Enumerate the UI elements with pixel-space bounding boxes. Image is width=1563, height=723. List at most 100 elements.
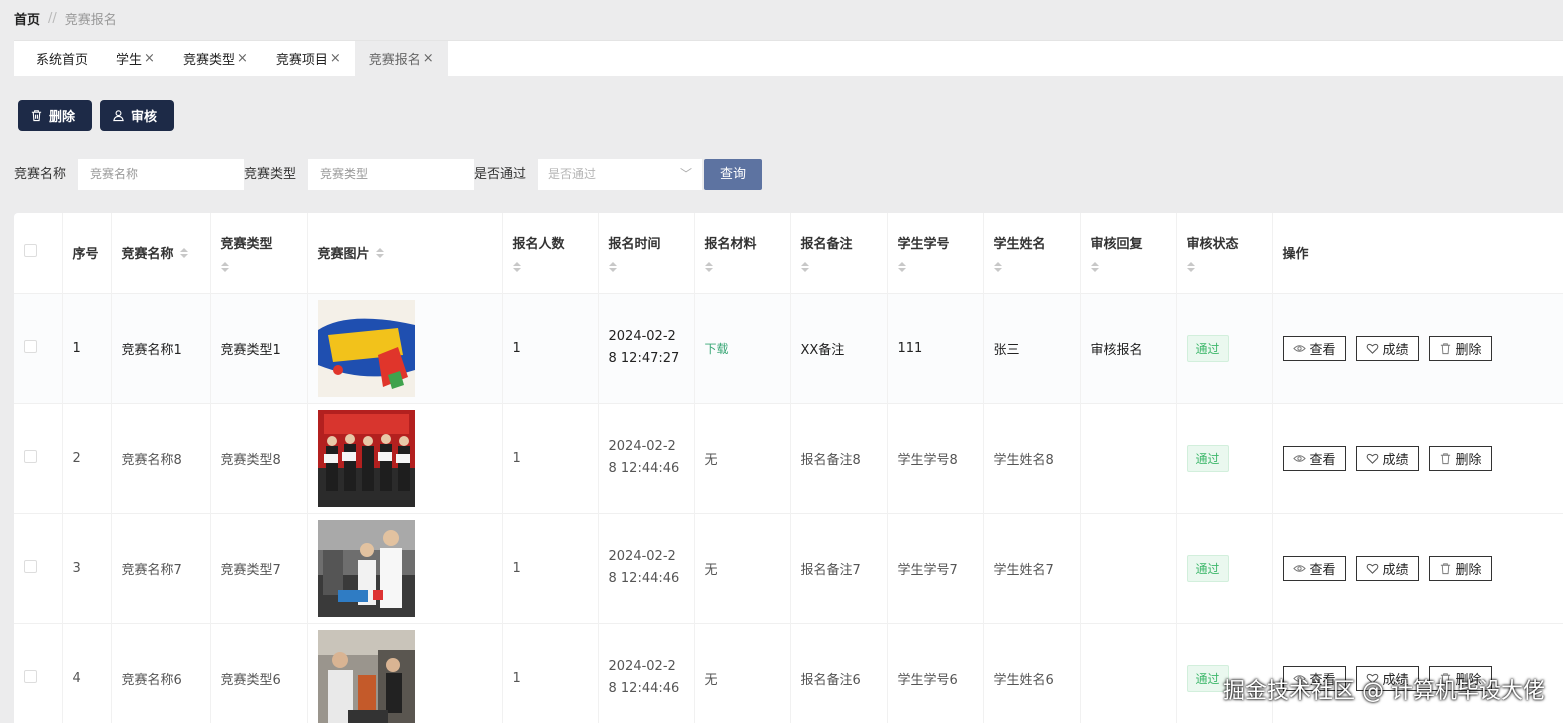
contest-image[interactable] bbox=[317, 519, 415, 617]
query-button[interactable]: 查询 bbox=[704, 159, 762, 190]
sort-icon[interactable] bbox=[179, 247, 188, 258]
cell-select[interactable] bbox=[14, 512, 63, 623]
close-icon[interactable]: × bbox=[423, 51, 434, 66]
contest-image[interactable] bbox=[317, 299, 415, 397]
contest-image[interactable] bbox=[317, 629, 415, 723]
tab-home[interactable]: 系统首页 bbox=[22, 41, 102, 76]
contest-name-label: 竞赛名称 bbox=[14, 167, 67, 182]
cell-name: 竞赛名称6 bbox=[121, 672, 182, 688]
row-actions: 查看 成绩 删除 bbox=[1282, 555, 1563, 581]
contest-type-input[interactable]: 竞赛类型 bbox=[308, 159, 474, 190]
score-button[interactable]: 成绩 bbox=[1355, 555, 1419, 581]
cell-count: 1 bbox=[512, 450, 521, 466]
header-remark[interactable]: 报名备注 bbox=[790, 213, 888, 293]
close-icon[interactable]: × bbox=[237, 51, 248, 66]
close-icon[interactable]: × bbox=[144, 51, 155, 66]
cell-select[interactable] bbox=[14, 402, 63, 513]
table-header-row: 序号 竞赛名称 竞赛类型 竞赛图片 报名人数 报名时间 报名材料 报名备注 学生… bbox=[14, 213, 1563, 293]
view-button[interactable]: 查看 bbox=[1282, 335, 1346, 361]
cell-student-name: 学生姓名7 bbox=[993, 562, 1054, 578]
sort-icon[interactable] bbox=[1186, 262, 1272, 273]
cell-name: 竞赛名称8 bbox=[121, 452, 182, 468]
cell-remark: XX备注 bbox=[800, 342, 845, 358]
signup-table: 序号 竞赛名称 竞赛类型 竞赛图片 报名人数 报名时间 报名材料 报名备注 学生… bbox=[14, 213, 1563, 723]
table-row: 2 竞赛名称8 竞赛类型8 1 2024-02-2 8 12:44:46 无 报名备注8 学生学… bbox=[14, 402, 1563, 513]
view-button[interactable]: 查看 bbox=[1282, 445, 1346, 471]
header-type[interactable]: 竞赛类型 bbox=[210, 213, 308, 293]
sort-icon[interactable] bbox=[993, 262, 1080, 273]
cell-count: 1 bbox=[512, 560, 521, 576]
eye-icon bbox=[1292, 564, 1306, 572]
cell-count: 1 bbox=[512, 340, 521, 356]
cell-student-no: 学生学号8 bbox=[897, 452, 958, 468]
row-actions: 查看 成绩 删除 bbox=[1282, 335, 1563, 361]
tab-contest-project[interactable]: 竞赛项目 × bbox=[262, 41, 355, 76]
view-button[interactable]: 查看 bbox=[1282, 555, 1346, 581]
score-button[interactable]: 成绩 bbox=[1355, 445, 1419, 471]
header-index: 序号 bbox=[62, 213, 112, 293]
delete-button[interactable]: 删除 bbox=[1428, 335, 1492, 361]
header-image[interactable]: 竞赛图片 bbox=[307, 213, 503, 293]
contest-image[interactable] bbox=[317, 409, 415, 507]
cell-remark: 报名备注8 bbox=[800, 452, 861, 468]
cell-type: 竞赛类型1 bbox=[220, 342, 281, 358]
download-link[interactable]: 下载 bbox=[705, 342, 729, 356]
delete-button[interactable]: 删除 bbox=[1428, 445, 1492, 471]
header-student-name[interactable]: 学生姓名 bbox=[983, 213, 1081, 293]
trash-icon bbox=[1440, 452, 1450, 464]
header-reply[interactable]: 审核回复 bbox=[1080, 213, 1177, 293]
cell-index: 1 bbox=[72, 340, 81, 356]
pass-select-value: 是否通过 bbox=[548, 167, 597, 181]
cell-student-name: 张三 bbox=[993, 342, 1020, 358]
heart-icon bbox=[1366, 563, 1378, 574]
cell-material: 无 bbox=[704, 452, 718, 468]
sort-icon[interactable] bbox=[512, 262, 598, 273]
select-all-checkbox[interactable] bbox=[24, 244, 37, 258]
score-button[interactable]: 成绩 bbox=[1355, 335, 1419, 361]
tab-contest-type[interactable]: 竞赛类型 × bbox=[169, 41, 262, 76]
contest-name-input[interactable]: 竞赛名称 bbox=[78, 159, 244, 190]
sort-icon[interactable] bbox=[608, 262, 694, 273]
cell-type: 竞赛类型8 bbox=[220, 452, 281, 468]
header-student-no[interactable]: 学生学号 bbox=[887, 213, 984, 293]
cell-select[interactable] bbox=[14, 622, 63, 723]
status-badge: 通过 bbox=[1186, 554, 1229, 582]
sort-icon[interactable] bbox=[1090, 262, 1176, 273]
sort-icon[interactable] bbox=[897, 262, 983, 273]
review-button[interactable]: 审核 bbox=[100, 100, 174, 131]
pass-select[interactable]: 是否通过 ﹀ bbox=[538, 159, 702, 190]
cell-time-date: 2024-02-2 bbox=[608, 439, 676, 454]
cell-name: 竞赛名称1 bbox=[121, 342, 182, 358]
sort-icon[interactable] bbox=[800, 262, 887, 273]
header-name[interactable]: 竞赛名称 bbox=[111, 213, 211, 293]
tab-label: 学生 bbox=[116, 53, 143, 68]
cell-name: 竞赛名称7 bbox=[121, 562, 182, 578]
tab-label: 竞赛报名 bbox=[368, 53, 421, 68]
sort-icon[interactable] bbox=[704, 262, 790, 273]
header-count[interactable]: 报名人数 bbox=[502, 213, 599, 293]
cell-select[interactable] bbox=[14, 292, 63, 403]
header-status[interactable]: 审核状态 bbox=[1176, 213, 1273, 293]
eye-icon bbox=[1292, 344, 1306, 352]
tab-contest-signup[interactable]: 竞赛报名 × bbox=[354, 41, 448, 76]
header-material[interactable]: 报名材料 bbox=[694, 213, 791, 293]
header-time[interactable]: 报名时间 bbox=[598, 213, 695, 293]
heart-icon bbox=[1366, 453, 1378, 464]
cell-material: 无 bbox=[704, 562, 718, 578]
row-checkbox[interactable] bbox=[24, 559, 37, 573]
header-select-all[interactable] bbox=[14, 213, 63, 293]
tab-student[interactable]: 学生 × bbox=[102, 41, 169, 76]
cell-index: 3 bbox=[72, 560, 81, 576]
sort-icon[interactable] bbox=[220, 262, 307, 273]
review-label: 审核 bbox=[131, 110, 158, 125]
row-checkbox[interactable] bbox=[24, 669, 37, 683]
chevron-down-icon: ﹀ bbox=[679, 167, 692, 181]
delete-button[interactable]: 删除 bbox=[1428, 555, 1492, 581]
batch-delete-button[interactable]: 删除 bbox=[18, 100, 92, 131]
trash-icon bbox=[1440, 562, 1450, 574]
breadcrumb-home[interactable]: 首页 bbox=[14, 9, 40, 28]
row-checkbox[interactable] bbox=[24, 339, 37, 353]
close-icon[interactable]: × bbox=[330, 51, 341, 66]
sort-icon[interactable] bbox=[375, 247, 384, 258]
row-checkbox[interactable] bbox=[24, 449, 37, 463]
